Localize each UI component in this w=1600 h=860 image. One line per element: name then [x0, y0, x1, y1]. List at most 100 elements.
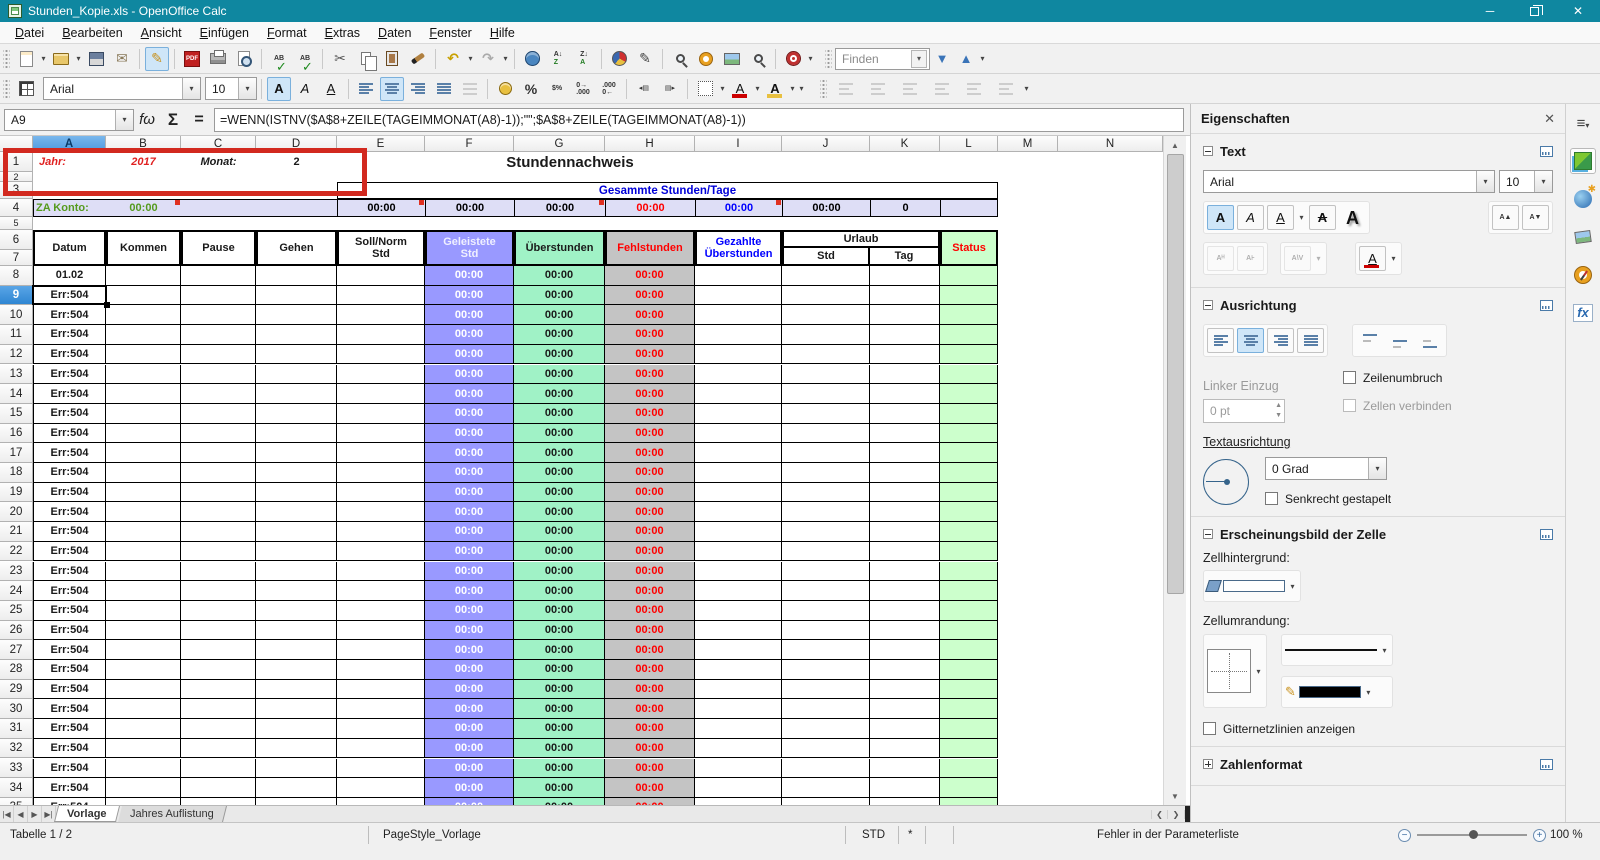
cell-I11[interactable] [695, 325, 782, 345]
row-header-15[interactable]: 15 [0, 403, 33, 424]
cell-G31[interactable]: 00:00 [514, 719, 605, 739]
menu-item-daten[interactable]: Daten [369, 24, 420, 42]
search-dropdown-icon[interactable]: ▾ [911, 49, 927, 68]
cell-J20[interactable] [782, 502, 870, 523]
cell-za-k[interactable]: 0 [870, 199, 940, 217]
scroll-up-icon[interactable]: ▲ [1166, 137, 1184, 153]
borders-icon-dropdown[interactable]: ▾ [718, 77, 727, 101]
cell-K19[interactable] [870, 482, 940, 503]
cell-F21[interactable]: 00:00 [425, 522, 514, 542]
cell-F16[interactable]: 00:00 [425, 423, 514, 444]
align-left-icon[interactable] [354, 77, 378, 101]
row-header-9[interactable]: 9 [0, 285, 33, 306]
sidebar-underline-icon[interactable]: A [1267, 205, 1294, 230]
cell-A11[interactable]: Err:504 [33, 325, 106, 345]
cell-K23[interactable] [870, 561, 940, 582]
cell-J23[interactable] [782, 561, 870, 582]
paste-icon[interactable] [380, 47, 404, 71]
page-style[interactable]: PageStyle_Vorlage [383, 823, 481, 847]
background-color-icon-dropdown[interactable]: ▾ [788, 77, 797, 101]
sort-descending-icon[interactable]: Z↓ A [572, 47, 596, 71]
cell-F26[interactable]: 00:00 [425, 620, 514, 641]
cell-H32[interactable]: 00:00 [605, 738, 695, 759]
insert-cells-icon[interactable] [14, 77, 38, 101]
cell-L9[interactable] [940, 285, 998, 306]
column-header-L[interactable]: L [940, 136, 998, 152]
cell-J19[interactable] [782, 482, 870, 503]
cell-L15[interactable] [940, 403, 998, 424]
menu-item-ansicht[interactable]: Ansicht [132, 24, 191, 42]
cell-L12[interactable] [940, 344, 998, 365]
cell-K29[interactable] [870, 679, 940, 700]
edit-mode-icon[interactable]: ✎ [145, 46, 169, 71]
bold-icon[interactable]: A [267, 76, 291, 101]
cell-D16[interactable] [256, 423, 337, 444]
background-color-dropdown-icon[interactable]: ▾ [1288, 574, 1297, 598]
cell-A26[interactable]: Err:504 [33, 620, 106, 641]
font-name-dropdown-icon[interactable]: ▾ [182, 78, 200, 99]
row-header-25[interactable]: 25 [0, 600, 33, 621]
align-vcenter-icon[interactable] [1386, 328, 1413, 353]
align-toolbar-grip[interactable] [820, 78, 827, 99]
cell-I21[interactable] [695, 522, 782, 542]
border-preset-icon[interactable] [1207, 649, 1251, 693]
cell-D30[interactable] [256, 699, 337, 720]
cell-I12[interactable] [695, 344, 782, 365]
align-right-icon[interactable] [406, 77, 430, 101]
cell-B21[interactable] [106, 522, 181, 542]
cell-F25[interactable]: 00:00 [425, 600, 514, 621]
sidebar-navigator-icon[interactable] [1570, 262, 1596, 288]
print-icon[interactable] [206, 47, 230, 71]
add-decimal-icon[interactable]: 0→ .000 [571, 77, 595, 101]
cell-I18[interactable] [695, 463, 782, 483]
cell-G34[interactable]: 00:00 [514, 778, 605, 798]
cell-E27[interactable] [337, 640, 425, 660]
vertical-scrollbar[interactable]: ▲ ▼ [1163, 136, 1186, 805]
cell-D8[interactable] [256, 266, 337, 286]
wrap-text-checkbox[interactable] [1343, 371, 1356, 384]
align-center-icon[interactable] [380, 76, 404, 101]
cell-C22[interactable] [181, 541, 256, 562]
cell-J12[interactable] [782, 344, 870, 365]
cell-K13[interactable] [870, 364, 940, 385]
menu-item-einfgen[interactable]: Einfügen [191, 24, 258, 42]
cell-D31[interactable] [256, 719, 337, 739]
gallery-icon[interactable] [720, 47, 744, 71]
header-urlaub-tag[interactable]: Tag [870, 248, 940, 266]
row-header-24[interactable]: 24 [0, 581, 33, 601]
cell-L35[interactable] [940, 797, 998, 805]
cell-A14[interactable]: Err:504 [33, 384, 106, 404]
cell-J28[interactable] [782, 660, 870, 680]
cell-A29[interactable]: Err:504 [33, 679, 106, 700]
cell-D23[interactable] [256, 561, 337, 582]
sidebar-functions-icon[interactable]: fx [1570, 300, 1596, 326]
cell-K12[interactable] [870, 344, 940, 365]
cell-D34[interactable] [256, 778, 337, 798]
cell-L23[interactable] [940, 561, 998, 582]
cell-H35[interactable]: 00:00 [605, 797, 695, 805]
cell-H31[interactable]: 00:00 [605, 719, 695, 739]
font-color-dropdown-icon[interactable]: ▾ [1389, 246, 1398, 270]
cell-K35[interactable] [870, 797, 940, 805]
first-sheet-icon[interactable]: |◀ [0, 806, 14, 822]
export-pdf-icon[interactable]: PDF [180, 47, 204, 71]
cell-L33[interactable] [940, 758, 998, 779]
sidebar-bold-icon[interactable]: A [1207, 205, 1234, 230]
prev-sheet-icon[interactable]: ◀ [14, 806, 28, 822]
vertical-scrollbar-thumb[interactable] [1167, 154, 1184, 594]
row-header-13[interactable]: 13 [0, 364, 33, 385]
cell-B33[interactable] [106, 758, 181, 779]
cell-G9[interactable]: 00:00 [514, 285, 605, 306]
cell-D26[interactable] [256, 620, 337, 641]
header-status[interactable]: Status [940, 230, 998, 266]
restore-button[interactable] [1512, 0, 1556, 22]
cell-G11[interactable]: 00:00 [514, 325, 605, 345]
cell-E17[interactable] [337, 443, 425, 463]
sidebar-font-name-combo[interactable]: Arial ▾ [1203, 170, 1495, 193]
row-header-34[interactable]: 34 [0, 778, 33, 798]
align-justify-icon[interactable] [1297, 328, 1324, 353]
cell-F34[interactable]: 00:00 [425, 778, 514, 798]
close-button[interactable]: ✕ [1556, 0, 1600, 22]
cell-A28[interactable]: Err:504 [33, 660, 106, 680]
header-gehen[interactable]: Gehen [256, 230, 337, 266]
